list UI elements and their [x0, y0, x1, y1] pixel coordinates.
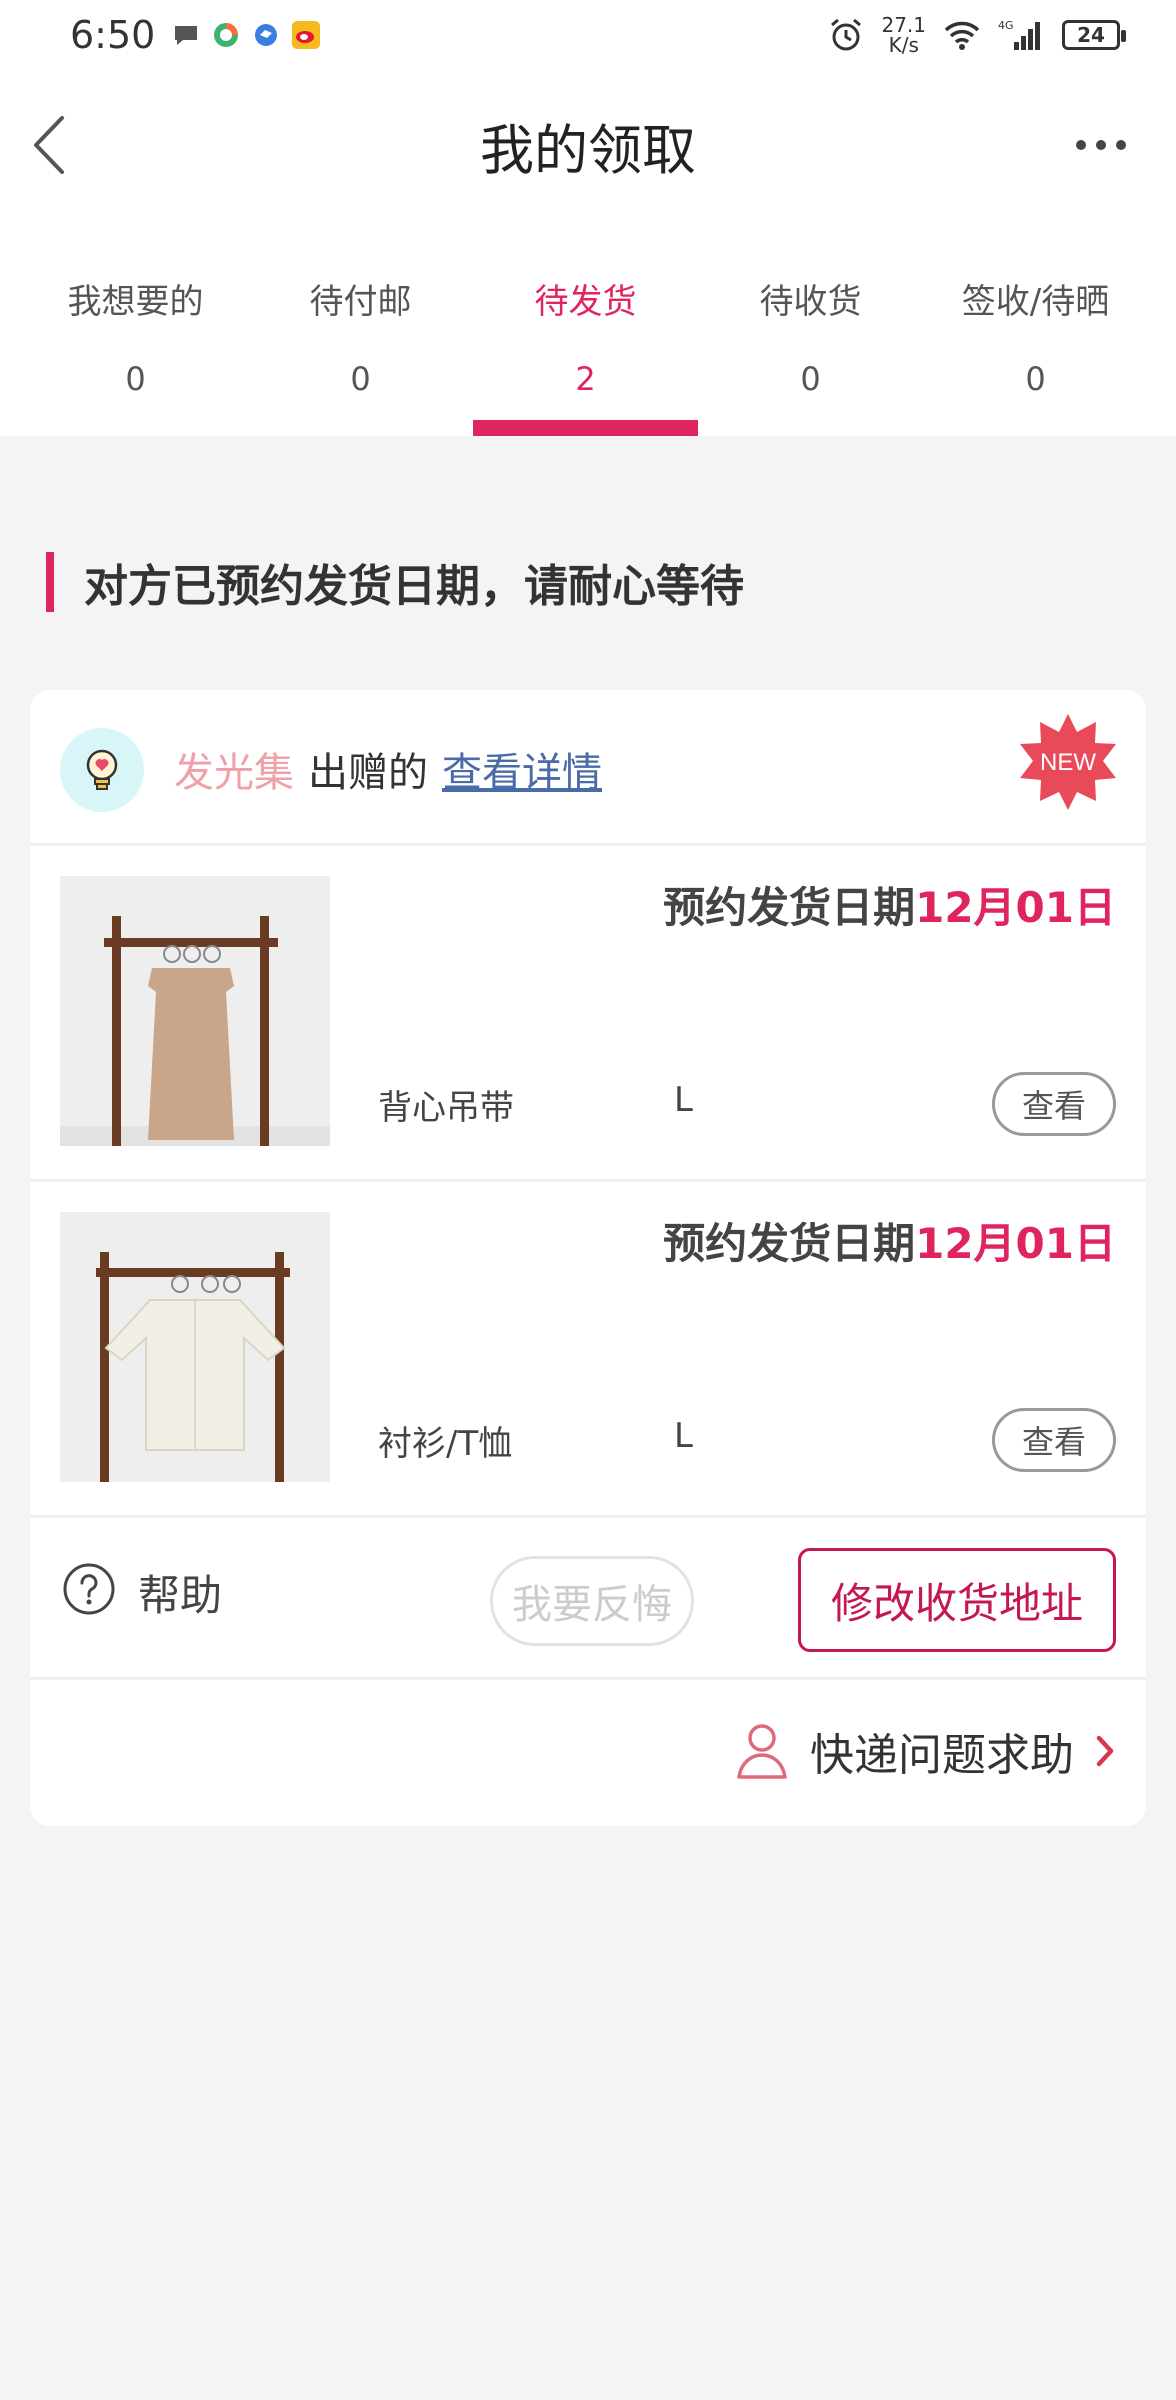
- tab-label: 签收/待晒: [961, 282, 1110, 322]
- gift-item: 预约发货日期12月01日 衬衫/T恤 L 查看: [30, 1182, 1146, 1518]
- tab-label: 我想要的: [67, 282, 204, 322]
- item-name: 衬衫/T恤: [378, 1424, 513, 1464]
- gift-item: 预约发货日期12月01日 背心吊带 L 查看: [30, 846, 1146, 1182]
- view-item-button[interactable]: 查看: [992, 1072, 1116, 1136]
- blouse-photo: [60, 1212, 330, 1482]
- view-details-link[interactable]: 查看详情: [442, 740, 602, 798]
- tab-count: 0: [1025, 360, 1046, 398]
- item-photo[interactable]: [60, 876, 330, 1146]
- scheduled-ship-date: 预约发货日期12月01日: [663, 883, 1116, 932]
- notice-text: 对方已预约发货日期，请耐心等待: [84, 561, 744, 612]
- weibo-icon: [292, 21, 321, 49]
- app-header: 我的领取: [0, 70, 1176, 220]
- tab-label: 待收货: [759, 282, 862, 322]
- giver-line: 发光集 出赠的 查看详情: [174, 740, 602, 798]
- giver-suffix: 出赠的: [308, 750, 428, 796]
- action-row: 帮助 我要反悔 修改收货地址: [30, 1518, 1146, 1680]
- scheduled-ship-date: 预约发货日期12月01日: [663, 1219, 1116, 1268]
- network-speed: 27.1 K/s: [881, 13, 926, 57]
- lightbulb-heart-icon: [86, 749, 118, 790]
- more-options-icon[interactable]: [1066, 130, 1136, 160]
- express-help-row: 快递问题求助: [30, 1683, 1146, 1826]
- item-size: L: [674, 1416, 693, 1456]
- change-address-button[interactable]: 修改收货地址: [798, 1548, 1116, 1652]
- status-bar: 6:50 27.1 K/s 4G 24: [0, 0, 1176, 70]
- card-header: 发光集 出赠的 查看详情 NEW: [30, 690, 1146, 846]
- cancel-claim-button[interactable]: 我要反悔: [490, 1556, 694, 1646]
- alarm-icon: [831, 18, 862, 51]
- tab-wanted[interactable]: 我想要的 0: [23, 220, 248, 436]
- item-size: L: [674, 1080, 693, 1120]
- tab-label: 待付邮: [309, 282, 412, 322]
- help-icon[interactable]: [62, 1562, 116, 1616]
- item-name: 背心吊带: [378, 1088, 514, 1128]
- person-icon: [737, 1724, 787, 1779]
- notice-accent-bar: [46, 552, 54, 612]
- tab-pending-postage[interactable]: 待付邮 0: [248, 220, 473, 436]
- page-title: 我的领取: [480, 119, 696, 182]
- app-icon: [214, 23, 239, 47]
- tab-count: 0: [350, 360, 371, 398]
- battery-indicator: 24: [1062, 20, 1126, 50]
- status-tabs: 我想要的 0 待付邮 0 待发货 2 待收货 0 签收/待晒 0: [0, 220, 1176, 436]
- browser-icon: [255, 24, 278, 46]
- gift-order-card: 发光集 出赠的 查看详情 NEW 预约发货日期12月01日 背心吊带 L 查看 …: [30, 690, 1146, 1826]
- item-photo[interactable]: [60, 1212, 330, 1482]
- tab-pending-receipt[interactable]: 待收货 0: [698, 220, 923, 436]
- express-help-label: 快递问题求助: [810, 1730, 1074, 1781]
- tab-label: 待发货: [534, 282, 637, 322]
- chevron-right-icon: [1096, 1735, 1114, 1767]
- tab-count: 0: [800, 360, 821, 398]
- help-label[interactable]: 帮助: [138, 1562, 222, 1623]
- tab-pending-shipment[interactable]: 待发货 2: [473, 220, 698, 436]
- avatar[interactable]: [60, 728, 144, 812]
- tab-count: 2: [575, 360, 596, 398]
- view-item-button[interactable]: 查看: [992, 1408, 1116, 1472]
- tab-count: 0: [125, 360, 146, 398]
- tank-top-photo: [60, 876, 330, 1146]
- express-help-link[interactable]: 快递问题求助: [734, 1719, 1116, 1783]
- status-time: 6:50: [70, 13, 156, 57]
- new-badge: NEW: [1020, 714, 1116, 810]
- cellular-signal-icon: 4G: [998, 19, 1040, 50]
- svg-text:4G: 4G: [998, 19, 1014, 32]
- message-icon: [175, 26, 198, 45]
- giver-name[interactable]: 发光集: [174, 740, 294, 798]
- shipment-notice: 对方已预约发货日期，请耐心等待: [46, 552, 744, 612]
- wifi-icon: [944, 21, 980, 50]
- tab-signed-review[interactable]: 签收/待晒 0: [923, 220, 1148, 436]
- svg-text:NEW: NEW: [1040, 749, 1096, 776]
